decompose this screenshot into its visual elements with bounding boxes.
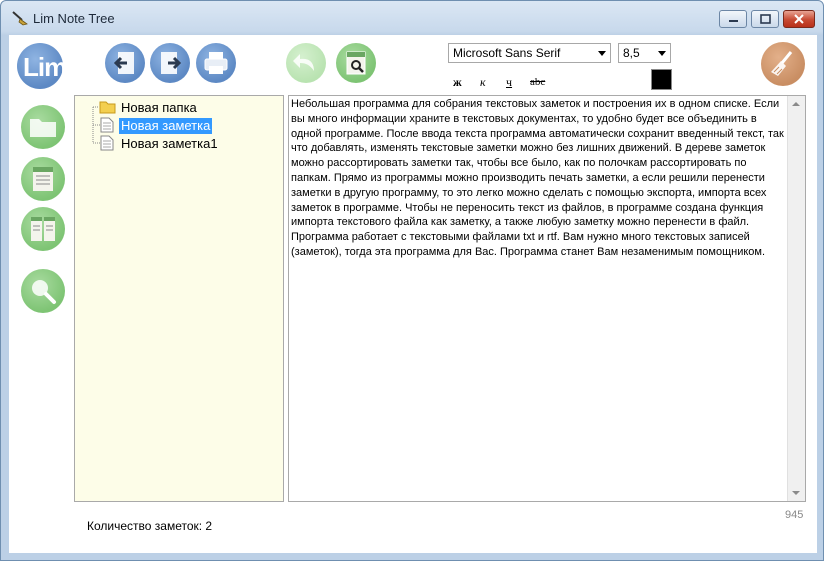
app-window: Lim Note Tree Lim Microsoft Sans Serif 8… <box>0 0 824 561</box>
logo-text: Lim <box>23 52 67 82</box>
font-size-value: 8,5 <box>623 46 640 60</box>
note-search-icon <box>346 51 366 75</box>
import-icon <box>113 52 134 74</box>
notes-stack-icon <box>31 217 55 241</box>
strikethrough-button[interactable]: abc <box>530 76 545 88</box>
close-icon <box>794 14 804 24</box>
folder-icon <box>99 101 116 114</box>
tree-item-note[interactable]: Новая заметка1 <box>119 136 220 152</box>
folder-icon <box>30 119 56 137</box>
note-text[interactable]: Небольшая программа для собрания текстов… <box>289 97 790 260</box>
minimize-icon <box>729 20 738 22</box>
notes-list-button[interactable] <box>21 207 65 251</box>
minimize-button[interactable] <box>719 10 747 28</box>
font-family-select[interactable]: Microsoft Sans Serif <box>448 43 611 63</box>
search-icon <box>32 280 56 304</box>
search-note-button[interactable] <box>336 43 376 83</box>
search-button[interactable] <box>21 269 65 313</box>
note-editor[interactable]: Небольшая программа для собрания текстов… <box>288 95 806 502</box>
italic-button[interactable]: к <box>480 75 486 90</box>
close-button[interactable] <box>783 10 815 28</box>
text-color-swatch[interactable] <box>651 69 672 90</box>
broom-icon <box>771 51 793 76</box>
window-title: Lim Note Tree <box>33 11 115 26</box>
font-family-value: Microsoft Sans Serif <box>453 46 561 60</box>
maximize-button[interactable] <box>751 10 779 28</box>
char-count: 945 <box>785 509 804 521</box>
font-size-select[interactable]: 8,5 <box>618 43 671 63</box>
undo-button[interactable] <box>286 43 326 83</box>
main-area: Lim Microsoft Sans Serif 8,5 ж к ч abc Н… <box>9 35 817 553</box>
broom-icon <box>12 11 28 26</box>
export-icon <box>161 52 182 74</box>
tree-item-folder[interactable]: Новая папка <box>119 100 199 116</box>
new-note-button[interactable] <box>21 157 65 201</box>
printer-icon <box>204 52 228 74</box>
document-icon <box>100 135 114 151</box>
title-bar: Lim Note Tree <box>1 1 823 35</box>
underline-button[interactable]: ч <box>506 75 512 90</box>
import-button[interactable] <box>105 43 145 83</box>
notes-count-label: Количество заметок: 2 <box>87 519 213 533</box>
undo-arrow-icon <box>293 54 314 71</box>
chevron-down-icon <box>658 51 666 56</box>
new-folder-button[interactable] <box>21 105 65 149</box>
maximize-icon <box>760 14 771 24</box>
clear-button[interactable] <box>761 42 805 86</box>
scroll-down-icon[interactable] <box>792 491 800 495</box>
chevron-down-icon <box>598 51 606 56</box>
scroll-up-icon[interactable] <box>792 102 800 106</box>
app-logo: Lim <box>17 43 67 89</box>
notes-tree[interactable]: Новая папка Новая заметка Новая заметка1 <box>74 95 284 502</box>
tree-item-note[interactable]: Новая заметка <box>119 118 213 134</box>
bold-button[interactable]: ж <box>453 75 462 90</box>
editor-scrollbar[interactable] <box>787 96 805 501</box>
note-icon <box>33 167 53 191</box>
document-icon <box>100 117 114 133</box>
print-button[interactable] <box>196 43 236 83</box>
export-button[interactable] <box>150 43 190 83</box>
